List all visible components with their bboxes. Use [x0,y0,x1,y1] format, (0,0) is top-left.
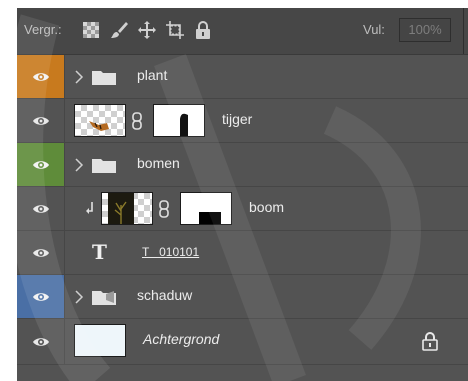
lock-label: Vergr.: [24,22,62,37]
layer-row-boom[interactable]: boom [17,187,468,231]
layer-name[interactable]: plant [137,67,167,83]
visibility-toggle[interactable] [17,187,65,230]
text-layer-icon: T [92,240,107,264]
layer-row-tijger[interactable]: tijger [17,99,468,143]
layer-row-plant[interactable]: plant [17,55,468,99]
layer-name[interactable]: schaduw [137,287,192,303]
folder-icon [92,291,116,305]
tiger-thumbnail-icon [89,121,109,131]
layer-row-bomen[interactable]: bomen [17,143,468,187]
layer-row-text[interactable]: T T 010101 [17,231,468,275]
folder-icon [92,71,116,85]
lock-all-icon[interactable] [191,17,215,43]
eye-icon [32,116,49,125]
lock-paint-icon[interactable] [107,17,131,43]
visibility-toggle[interactable] [17,99,65,142]
layer-mask-thumbnail[interactable] [153,104,205,137]
fill-input[interactable]: 100% [399,18,451,42]
visibility-toggle[interactable] [17,143,65,186]
tree-thumbnail-icon [108,193,134,224]
lock-position-icon[interactable] [135,17,159,43]
layer-name[interactable]: tijger [222,111,252,127]
visibility-toggle[interactable] [17,275,65,318]
layer-thumbnail[interactable] [101,192,153,225]
eye-icon [32,204,49,213]
layers-toolbar: Vergr.: Vul: 100% [17,8,468,55]
layer-name[interactable]: boom [249,199,284,215]
layer-mask-thumbnail[interactable] [180,192,232,225]
layer-row-achtergrond[interactable]: Achtergrond [17,319,468,365]
visibility-toggle[interactable] [17,319,65,364]
eye-icon [32,72,49,81]
lock-icon [422,332,438,351]
eye-icon [32,160,49,169]
fill-label: Vul: [363,22,385,37]
mask-shape-icon [154,105,204,136]
lock-transparency-icon[interactable] [79,17,103,43]
layer-row-schaduw[interactable]: schaduw [17,275,468,319]
folder-icon [92,159,116,173]
link-chain-icon[interactable] [158,199,170,219]
link-chain-icon[interactable] [131,111,143,131]
clipping-arrow-icon [86,202,93,214]
lock-artboard-icon[interactable] [163,17,187,43]
layer-name[interactable]: T 010101 [142,245,199,259]
chevron-right-icon[interactable] [74,288,84,306]
layer-name[interactable]: Achtergrond [143,331,219,347]
eye-icon [32,292,49,301]
layer-thumbnail[interactable] [74,104,126,137]
chevron-right-icon[interactable] [74,68,84,86]
layer-name[interactable]: bomen [137,155,180,171]
visibility-toggle[interactable] [17,231,65,274]
layer-thumbnail[interactable] [74,324,126,357]
eye-icon [32,248,49,257]
chevron-right-icon[interactable] [74,156,84,174]
layers-panel: Vergr.: Vul: 100% plant tijger bomen boo… [17,8,468,381]
visibility-toggle[interactable] [17,55,65,98]
eye-icon [32,337,49,346]
mask-shape-icon [199,212,221,224]
toolbar-divider [463,8,464,54]
